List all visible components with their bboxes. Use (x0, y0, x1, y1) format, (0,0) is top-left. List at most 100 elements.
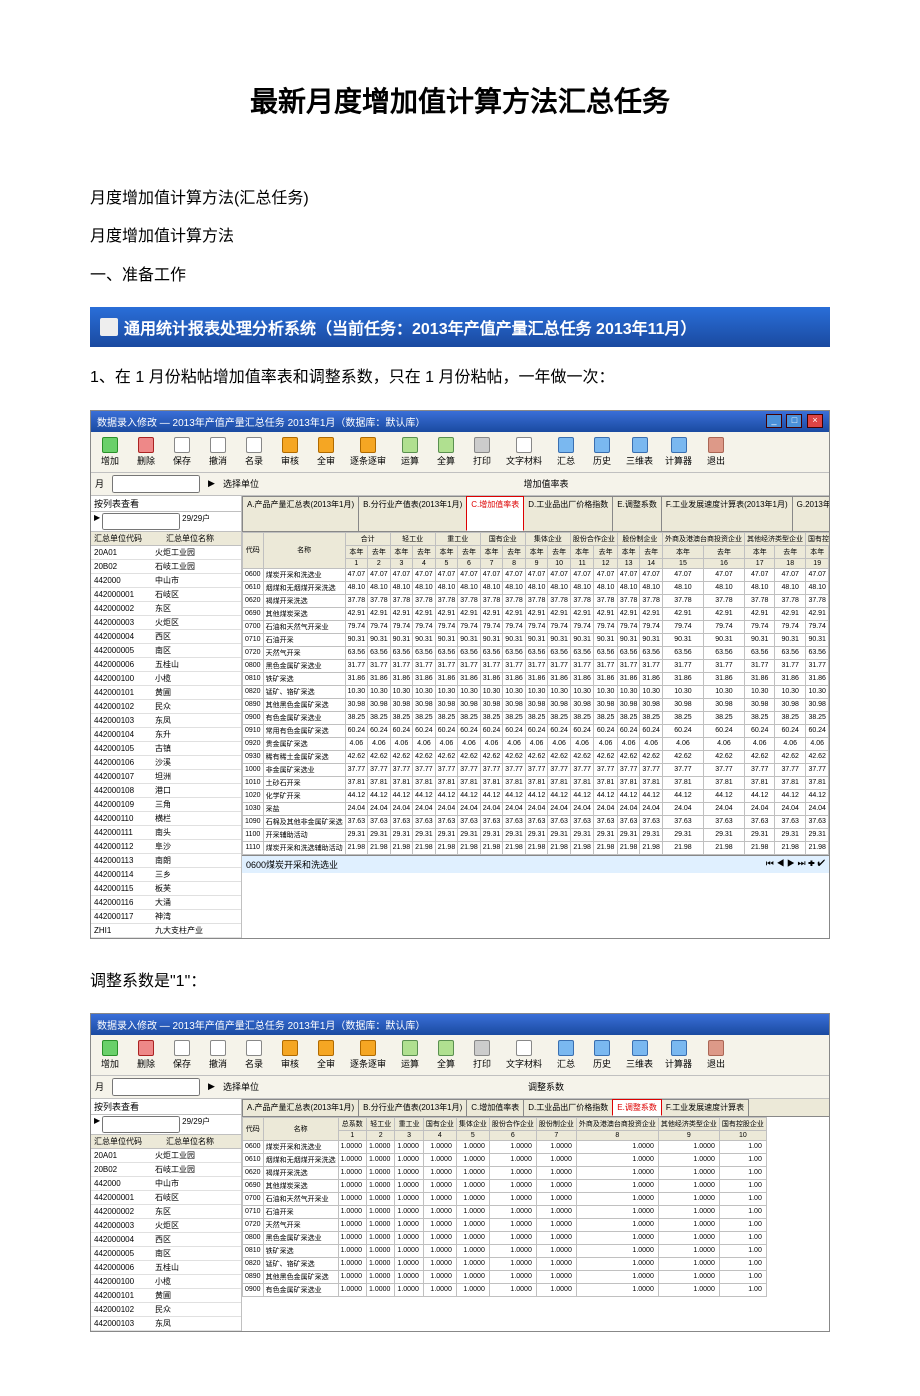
data-row[interactable]: 0910常用有色金属矿采选60.2460.2460.2460.2460.2460… (243, 724, 830, 737)
unit-row[interactable]: 442000003火炬区 (91, 1218, 241, 1232)
toolbar-undo-button[interactable]: 撤消 (203, 435, 233, 469)
data-row[interactable]: 0930稀有稀土金属矿采选42.6242.6242.6242.6242.6242… (243, 750, 830, 763)
unit-row[interactable]: 442000002东区 (91, 1204, 241, 1218)
unit-row[interactable]: 442000107坦洲 (91, 769, 241, 783)
data-row[interactable]: 0690其他煤炭采选1.00001.00001.00001.00001.0000… (243, 1179, 767, 1192)
unit-row[interactable]: 442000001石岐区 (91, 1190, 241, 1204)
tab-5[interactable]: F.工业发展速度计算表 (661, 1099, 749, 1116)
unit-row[interactable]: 442000116大涌 (91, 895, 241, 909)
unit-row[interactable]: 442000115板芙 (91, 881, 241, 895)
unit-row[interactable]: 442000110横栏 (91, 811, 241, 825)
toolbar-hist-button[interactable]: 历史 (587, 435, 617, 469)
unit-row[interactable]: 442000103东凤 (91, 713, 241, 727)
unit-search-input-2[interactable] (102, 1116, 180, 1133)
toolbar-allcalc-button[interactable]: 全算 (431, 1038, 461, 1072)
data-row[interactable]: 1020化学矿开采44.1244.1244.1244.1244.1244.124… (243, 789, 830, 802)
toolbar-calc2-button[interactable]: 计算器 (662, 435, 695, 469)
data-row[interactable]: 0890其他黑色金属矿采选1.00001.00001.00001.00001.0… (243, 1270, 767, 1283)
unit-row[interactable]: 442000005南区 (91, 643, 241, 657)
month-input[interactable] (112, 475, 200, 493)
toolbar-calc2-button[interactable]: 计算器 (662, 1038, 695, 1072)
toolbar-exit-button[interactable]: 退出 (701, 435, 731, 469)
tab-2[interactable]: C.增加值率表 (466, 1099, 524, 1116)
toolbar-input-button[interactable]: 名录 (239, 435, 269, 469)
unit-row[interactable]: 442000100小榄 (91, 1274, 241, 1288)
unit-row[interactable]: 442000102民众 (91, 699, 241, 713)
data-row[interactable]: 0610烟煤和无烟煤开采洗选48.1048.1048.1048.1048.104… (243, 581, 830, 594)
data-row[interactable]: 0810铁矿采选31.8631.8631.8631.8631.8631.8631… (243, 672, 830, 685)
data-row[interactable]: 0720天然气开采63.5663.5663.5663.5663.5663.566… (243, 646, 830, 659)
tab-1[interactable]: B.分行业产值表(2013年1月) (358, 496, 467, 531)
unit-row[interactable]: 442000中山市 (91, 1176, 241, 1190)
unit-row[interactable]: 442000114三乡 (91, 867, 241, 881)
unit-row[interactable]: 442000113南朗 (91, 853, 241, 867)
toolbar-print-button[interactable]: 打印 (467, 435, 497, 469)
data-row[interactable]: 1100开采辅助活动29.3129.3129.3129.3129.3129.31… (243, 828, 830, 841)
toolbar-audit-button[interactable]: 审核 (275, 435, 305, 469)
toolbar-audit-button[interactable]: 审核 (275, 1038, 305, 1072)
toolbar-3d-button[interactable]: 三维表 (623, 1038, 656, 1072)
data-row[interactable]: 0710石油开采90.3190.3190.3190.3190.3190.3190… (243, 633, 830, 646)
data-row[interactable]: 0620褐煤开采洗选37.7837.7837.7837.7837.7837.78… (243, 594, 830, 607)
data-row[interactable]: 0720天然气开采1.00001.00001.00001.00001.00001… (243, 1218, 767, 1231)
unit-row[interactable]: 442000100小榄 (91, 671, 241, 685)
unit-row[interactable]: 442000004西区 (91, 1232, 241, 1246)
unit-row[interactable]: 20A01火炬工业园 (91, 546, 241, 560)
data-row[interactable]: 0600煤炭开采和洗选业47.0747.0747.0747.0747.0747.… (243, 568, 830, 581)
data-row[interactable]: 1090石棉及其他非金属矿采选37.6337.6337.6337.6337.63… (243, 815, 830, 828)
data-row[interactable]: 1010土砂石开采37.8137.8137.8137.8137.8137.813… (243, 776, 830, 789)
toolbar-save-button[interactable]: 保存 (167, 435, 197, 469)
unit-row[interactable]: 442000005南区 (91, 1246, 241, 1260)
toolbar-sum-button[interactable]: 汇总 (551, 1038, 581, 1072)
data-grid[interactable]: 代码名称合计轻工业重工业国有企业集体企业股份合作企业股份制企业外商及港澳台商投资… (242, 532, 829, 855)
unit-row[interactable]: 442000109三角 (91, 797, 241, 811)
data-row[interactable]: 0800黑色金属矿采选业31.7731.7731.7731.7731.7731.… (243, 659, 830, 672)
tab-5[interactable]: F.工业发展速度计算表(2013年1月) (661, 496, 793, 531)
toolbar-text-button[interactable]: 文字材料 (503, 435, 545, 469)
unit-row[interactable]: 442000101黄圃 (91, 1288, 241, 1302)
unit-row[interactable]: 442000002东区 (91, 601, 241, 615)
unit-row[interactable]: 20B02石岐工业园 (91, 1162, 241, 1176)
unit-row[interactable]: 442000004西区 (91, 629, 241, 643)
data-row[interactable]: 0690其他煤炭采选42.9142.9142.9142.9142.9142.91… (243, 607, 830, 620)
data-row[interactable]: 0700石油和天然气开采业79.7479.7479.7479.7479.7479… (243, 620, 830, 633)
toolbar-sendaudit-button[interactable]: 逐条逐审 (347, 1038, 389, 1072)
unit-row[interactable]: 442000中山市 (91, 573, 241, 587)
data-row[interactable]: 0820锰矿、铬矿采选10.3010.3010.3010.3010.3010.3… (243, 685, 830, 698)
tab-2[interactable]: C.增加值率表 (466, 496, 524, 531)
data-row[interactable]: 1110煤炭开采和洗选辅助活动21.9821.9821.9821.9821.98… (243, 841, 830, 854)
data-row[interactable]: 0700石油和天然气开采业1.00001.00001.00001.00001.0… (243, 1192, 767, 1205)
select-unit-label-2[interactable]: 选择单位 (223, 1080, 259, 1093)
unit-row[interactable]: 442000111南头 (91, 825, 241, 839)
toolbar-undo-button[interactable]: 撤消 (203, 1038, 233, 1072)
unit-row[interactable]: 442000104东升 (91, 727, 241, 741)
unit-row[interactable]: 442000006五桂山 (91, 1260, 241, 1274)
toolbar-3d-button[interactable]: 三维表 (623, 435, 656, 469)
toolbar-del-button[interactable]: 删除 (131, 435, 161, 469)
nav-icons[interactable]: ⏮ ◀ ▶ ⏭ ✚ ✔ (766, 858, 825, 871)
data-row[interactable]: 0900有色金属矿采选业1.00001.00001.00001.00001.00… (243, 1283, 767, 1296)
toolbar-calc-button[interactable]: 运算 (395, 1038, 425, 1072)
unit-row[interactable]: 442000003火炬区 (91, 615, 241, 629)
toolbar-del-button[interactable]: 删除 (131, 1038, 161, 1072)
tab-4[interactable]: E.调整系数 (612, 496, 662, 531)
data-grid-2[interactable]: 代码名称总系数轻工业重工业国有企业集体企业股份合作企业股份制企业外商及港澳台商投… (242, 1117, 829, 1297)
toolbar-print-button[interactable]: 打印 (467, 1038, 497, 1072)
toolbar-exit-button[interactable]: 退出 (701, 1038, 731, 1072)
toolbar-allcalc-button[interactable]: 全算 (431, 435, 461, 469)
toolbar-text-button[interactable]: 文字材料 (503, 1038, 545, 1072)
unit-row[interactable]: 442000117神湾 (91, 909, 241, 923)
data-row[interactable]: 0600煤炭开采和洗选业1.00001.00001.00001.00001.00… (243, 1140, 767, 1153)
data-row[interactable]: 0800黑色金属矿采选业1.00001.00001.00001.00001.00… (243, 1231, 767, 1244)
data-row[interactable]: 0900有色金属矿采选业38.2538.2538.2538.2538.2538.… (243, 711, 830, 724)
toolbar-allaudit-button[interactable]: 全审 (311, 1038, 341, 1072)
toolbar-add-button[interactable]: 增加 (95, 435, 125, 469)
select-unit-label[interactable]: 选择单位 (223, 477, 259, 490)
data-row[interactable]: 1030采盐24.0424.0424.0424.0424.0424.0424.0… (243, 802, 830, 815)
data-row[interactable]: 0710石油开采1.00001.00001.00001.00001.00001.… (243, 1205, 767, 1218)
data-row[interactable]: 0890其他黑色金属矿采选30.9830.9830.9830.9830.9830… (243, 698, 830, 711)
tab-3[interactable]: D.工业品出厂价格指数 (523, 1099, 613, 1116)
unit-row[interactable]: 442000103东凤 (91, 1316, 241, 1330)
toolbar-allaudit-button[interactable]: 全审 (311, 435, 341, 469)
toolbar-calc-button[interactable]: 运算 (395, 435, 425, 469)
